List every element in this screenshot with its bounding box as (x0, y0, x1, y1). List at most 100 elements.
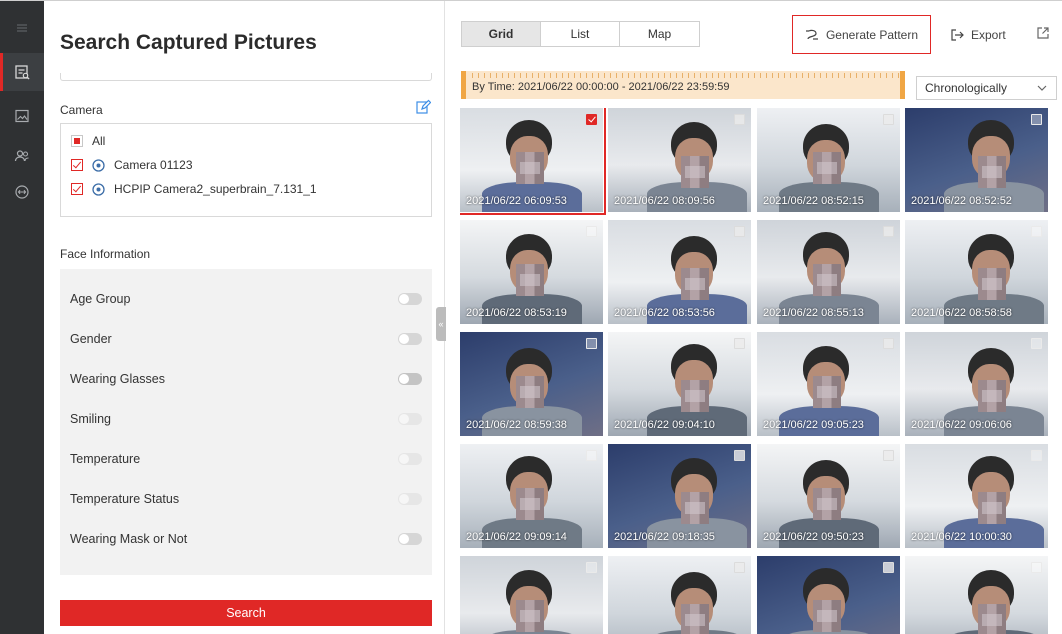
capture-timestamp: 2021/06/22 08:55:13 (763, 307, 864, 319)
camera-item-all[interactable]: All (71, 132, 105, 150)
filter-label: Temperature Status (70, 492, 180, 506)
checkbox[interactable] (71, 159, 83, 171)
face-mosaic (978, 492, 1006, 524)
capture-timestamp: 2021/06/22 08:58:58 (911, 307, 1012, 319)
face-mosaic (516, 152, 544, 184)
toggle-switch[interactable] (398, 533, 422, 545)
tile-checkbox[interactable] (586, 114, 597, 125)
picture-tile[interactable]: 2021/06/22 08:59:38 (460, 332, 603, 436)
export-button[interactable]: Export (950, 25, 1006, 45)
menu-icon[interactable] (0, 9, 44, 47)
search-button[interactable]: Search (60, 600, 432, 626)
sort-order-select[interactable]: Chronologically (916, 76, 1057, 100)
picture-tile[interactable]: 2021/06/22 08:55:13 (757, 220, 900, 324)
toggle-switch[interactable] (398, 493, 422, 505)
tab-list[interactable]: List (541, 22, 620, 46)
tile-checkbox[interactable] (883, 114, 894, 125)
camera-item-label: All (92, 134, 106, 148)
camera-item-01123[interactable]: Camera 01123 (71, 156, 193, 174)
filter-temperature: Temperature (70, 449, 422, 469)
checkbox[interactable] (71, 135, 83, 147)
picture-tile[interactable]: 2021/06/22 09:04:10 (608, 332, 751, 436)
toggle-switch[interactable] (398, 373, 422, 385)
collapse-panel-handle[interactable]: « (436, 307, 446, 341)
picture-tile[interactable] (460, 556, 603, 634)
pattern-icon (805, 29, 818, 40)
tile-checkbox[interactable] (1031, 450, 1042, 461)
picture-tile[interactable] (608, 556, 751, 634)
picture-tile[interactable]: 2021/06/22 09:50:23 (757, 444, 900, 548)
filter-wearing-mask: Wearing Mask or Not (70, 529, 422, 549)
tile-checkbox[interactable] (883, 562, 894, 573)
tile-checkbox[interactable] (734, 338, 745, 349)
tab-map[interactable]: Map (620, 22, 699, 46)
face-mosaic (516, 600, 544, 632)
tile-checkbox[interactable] (1031, 562, 1042, 573)
picture-tile[interactable] (905, 556, 1048, 634)
face-compare-icon[interactable] (0, 173, 44, 211)
tile-checkbox[interactable] (586, 338, 597, 349)
edit-icon[interactable] (415, 99, 431, 115)
picture-tile[interactable]: 2021/06/22 08:53:19 (460, 220, 603, 324)
camera-icon (92, 182, 105, 196)
picture-tile[interactable]: 2021/06/22 09:09:14 (460, 444, 603, 548)
face-mosaic (813, 152, 841, 184)
filter-age-group: Age Group (70, 289, 422, 309)
view-tabs: Grid List Map (461, 21, 700, 47)
picture-tile[interactable]: 2021/06/22 08:52:52 (905, 108, 1048, 212)
toggle-switch[interactable] (398, 453, 422, 465)
tile-checkbox[interactable] (586, 450, 597, 461)
tab-grid[interactable]: Grid (462, 22, 541, 46)
tile-checkbox[interactable] (883, 450, 894, 461)
tile-checkbox[interactable] (1031, 114, 1042, 125)
face-mosaic (978, 268, 1006, 300)
checkbox[interactable] (71, 183, 83, 195)
search-pictures-icon[interactable] (0, 53, 44, 91)
picture-tile[interactable]: 2021/06/22 08:52:15 (757, 108, 900, 212)
capture-timestamp: 2021/06/22 08:53:19 (466, 307, 567, 319)
face-mosaic (516, 376, 544, 408)
time-range-bar[interactable]: By Time: 2021/06/22 00:00:00 - 2021/06/2… (461, 71, 905, 99)
picture-tile[interactable]: 2021/06/22 08:53:56 (608, 220, 751, 324)
tile-checkbox[interactable] (1031, 338, 1042, 349)
capture-timestamp: 2021/06/22 08:09:56 (614, 195, 715, 207)
tile-checkbox[interactable] (734, 450, 745, 461)
icon-rail (0, 1, 44, 634)
picture-tile[interactable]: 2021/06/22 06:09:53 (460, 108, 606, 215)
capture-timestamp: 2021/06/22 08:59:38 (466, 419, 567, 431)
tile-checkbox[interactable] (883, 338, 894, 349)
generate-pattern-button[interactable]: Generate Pattern (792, 15, 931, 54)
tile-checkbox[interactable] (734, 226, 745, 237)
camera-label: Camera (60, 103, 103, 117)
toggle-switch[interactable] (398, 413, 422, 425)
picture-tile[interactable]: 2021/06/22 09:05:23 (757, 332, 900, 436)
picture-tile[interactable]: 2021/06/22 08:09:56 (608, 108, 751, 212)
capture-timestamp: 2021/06/22 09:18:35 (614, 531, 715, 543)
capture-timestamp: 2021/06/22 09:09:14 (466, 531, 567, 543)
face-mosaic (681, 380, 709, 412)
toggle-switch[interactable] (398, 293, 422, 305)
camera-item-hcpip[interactable]: HCPIP Camera2_superbrain_7.131_1 (71, 180, 317, 198)
search-panel: Search Captured Pictures Camera All Came… (44, 1, 445, 634)
picture-tile[interactable]: 2021/06/22 09:06:06 (905, 332, 1048, 436)
tile-checkbox[interactable] (1031, 226, 1042, 237)
filter-gender: Gender (70, 329, 422, 349)
picture-tile[interactable]: 2021/06/22 08:58:58 (905, 220, 1048, 324)
tile-checkbox[interactable] (586, 562, 597, 573)
tile-checkbox[interactable] (883, 226, 894, 237)
picture-tile[interactable]: 2021/06/22 10:00:30 (905, 444, 1048, 548)
filter-temperature-status: Temperature Status (70, 489, 422, 509)
picture-tile[interactable] (757, 556, 900, 634)
tile-checkbox[interactable] (734, 562, 745, 573)
filter-label: Age Group (70, 292, 131, 306)
person-search-icon[interactable] (0, 137, 44, 175)
tile-checkbox[interactable] (734, 114, 745, 125)
picture-tile[interactable]: 2021/06/22 09:18:35 (608, 444, 751, 548)
tile-checkbox[interactable] (586, 226, 597, 237)
toggle-switch[interactable] (398, 333, 422, 345)
capture-timestamp: 2021/06/22 06:09:53 (466, 195, 567, 207)
capture-timestamp: 2021/06/22 09:06:06 (911, 419, 1012, 431)
popout-icon[interactable] (1036, 26, 1050, 40)
face-mosaic (813, 376, 841, 408)
image-search-icon[interactable] (0, 97, 44, 135)
